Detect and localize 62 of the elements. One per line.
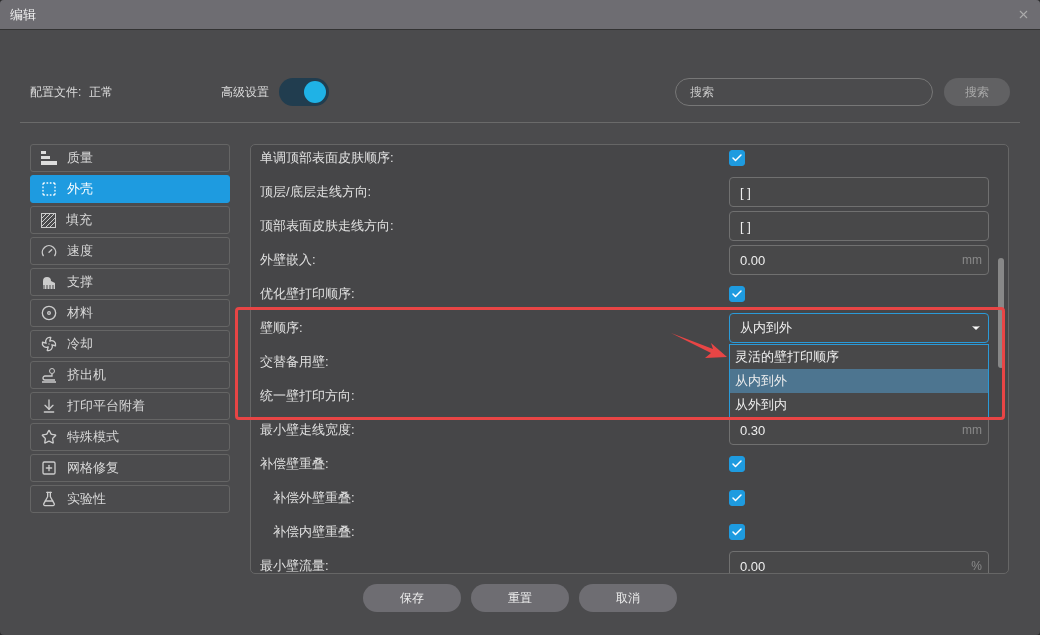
- setting-label: 壁顺序:: [260, 319, 304, 337]
- profile-value: 正常: [89, 83, 114, 101]
- sidebar-item[interactable]: 挤出机: [30, 361, 230, 389]
- sidebar-item[interactable]: 实验性: [30, 485, 230, 513]
- advanced-label: 高级设置: [221, 83, 270, 101]
- check-icon: [731, 152, 743, 164]
- checkbox[interactable]: [729, 286, 745, 302]
- plus-square-icon: [41, 460, 57, 476]
- check-icon: [731, 526, 743, 538]
- disc-icon: [41, 305, 57, 321]
- setting-label: 外壁嵌入:: [260, 251, 317, 269]
- sidebar-item[interactable]: 填充: [30, 206, 230, 234]
- number-field[interactable]: 0.00 mm: [729, 245, 989, 275]
- number-field[interactable]: 0.00 %: [729, 551, 989, 573]
- sidebar-item[interactable]: 网格修复: [30, 454, 230, 482]
- sidebar-item[interactable]: 冷却: [30, 330, 230, 358]
- setting-label: 顶层/底层走线方向:: [260, 183, 373, 201]
- extruder-icon: [41, 367, 57, 383]
- checkbox[interactable]: [729, 524, 745, 540]
- sidebar-item[interactable]: 打印平台附着: [30, 392, 230, 420]
- setting-label: 最小壁走线宽度:: [260, 421, 356, 439]
- setting-label: 优化壁打印顺序:: [260, 285, 356, 303]
- gauge-icon: [41, 243, 57, 259]
- sidebar-item[interactable]: 特殊模式: [30, 423, 230, 451]
- check-icon: [731, 492, 743, 504]
- dialog-button[interactable]: 取消: [579, 584, 677, 612]
- setting-label: 单调顶部表面皮肤顺序:: [260, 149, 395, 167]
- flask-icon: [41, 491, 57, 507]
- checkbox[interactable]: [729, 456, 745, 472]
- checkbox[interactable]: [729, 490, 745, 506]
- star-icon: [41, 429, 57, 445]
- dialog-button[interactable]: 保存: [363, 584, 461, 612]
- check-icon: [731, 288, 743, 300]
- setting-label: 补偿内壁重叠:: [273, 523, 356, 541]
- scrollbar[interactable]: [998, 258, 1004, 368]
- check-icon: [731, 458, 743, 470]
- bars-icon: [41, 151, 57, 165]
- setting-label: 补偿外壁重叠:: [273, 489, 356, 507]
- dropdown-option[interactable]: 从内到外: [730, 369, 988, 393]
- sidebar-item[interactable]: 质量: [30, 144, 230, 172]
- dropdown[interactable]: 从内到外: [729, 313, 989, 343]
- text-field[interactable]: [ ]: [729, 211, 989, 241]
- sidebar-item[interactable]: 支撑: [30, 268, 230, 296]
- advanced-toggle[interactable]: [279, 78, 330, 106]
- fan-icon: [41, 336, 57, 352]
- setting-label: 统一壁打印方向:: [260, 387, 356, 405]
- sidebar-item[interactable]: 速度: [30, 237, 230, 265]
- sidebar-item[interactable]: 材料: [30, 299, 230, 327]
- profile-label: 配置文件:: [30, 83, 82, 101]
- dialog-button[interactable]: 重置: [471, 584, 569, 612]
- search-field[interactable]: 搜索: [675, 78, 933, 106]
- text-field[interactable]: [ ]: [729, 177, 989, 207]
- setting-label: 补偿壁重叠:: [260, 455, 330, 473]
- setting-label: 最小壁流量:: [260, 557, 330, 573]
- setting-label: 交替备用壁:: [260, 353, 330, 371]
- window-title: 编辑: [10, 5, 36, 24]
- download-icon: [41, 398, 57, 414]
- hatch-icon: [41, 212, 56, 228]
- setting-label: 顶部表面皮肤走线方向:: [260, 217, 395, 235]
- checkbox[interactable]: [729, 150, 745, 166]
- dotted-square-icon: [41, 181, 57, 197]
- support-icon: [41, 274, 57, 290]
